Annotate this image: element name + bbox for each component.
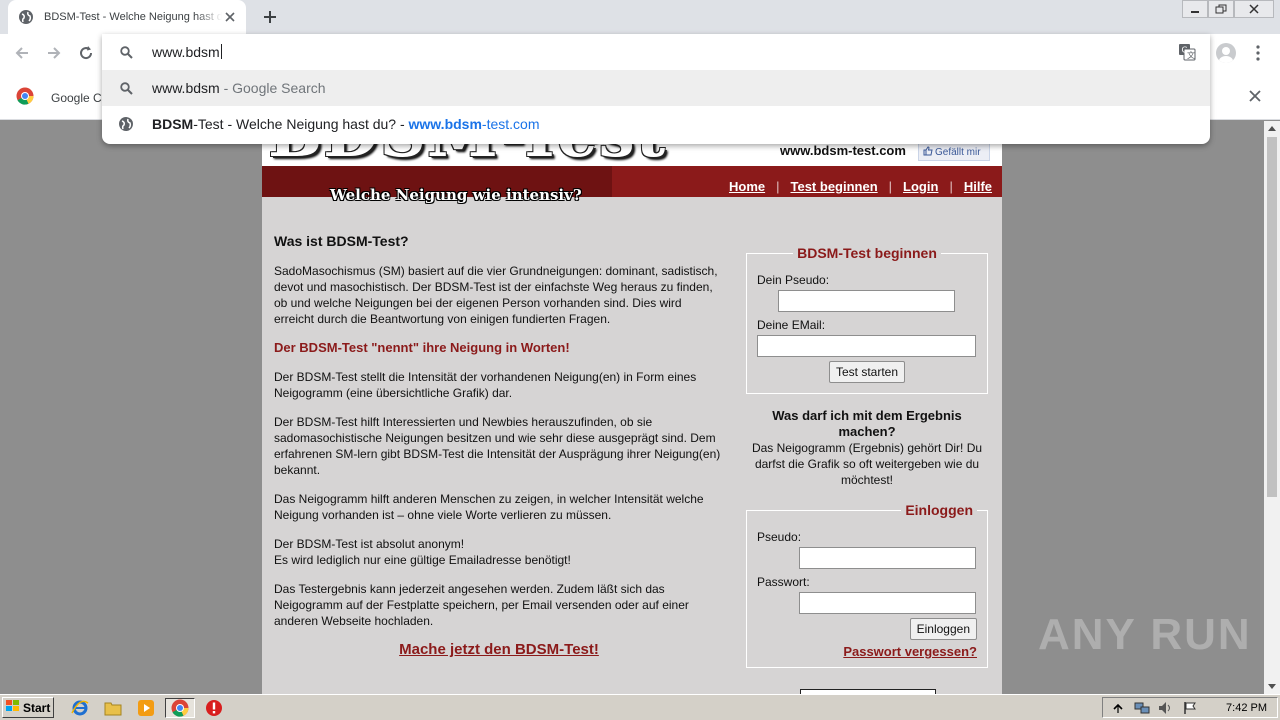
file-explorer-icon[interactable] <box>103 698 123 718</box>
page-heading: Was ist BDSM-Test? <box>274 233 409 249</box>
minimize-window-button[interactable] <box>1182 0 1208 18</box>
intro-paragraph: SadoMasochismus (SM) basiert auf die vie… <box>274 264 718 326</box>
scroll-down-arrow-icon[interactable] <box>1264 680 1280 694</box>
email-line: Es wird lediglich nur eine gültige Email… <box>274 553 571 567</box>
tab-strip: BDSM-Test - Welche Neigung hast du? <box>0 0 1280 34</box>
suggestion-title: -Test - Welche Neigung hast du? - <box>193 116 409 132</box>
result-info-text: Das Neigogramm (Ergebnis) gehört Dir! Du… <box>751 441 983 487</box>
close-window-button[interactable] <box>1234 0 1274 18</box>
address-input[interactable]: www.bdsm <box>152 44 222 60</box>
pseudo-input[interactable] <box>778 290 955 312</box>
content-paragraph: Der BDSM-Test stellt die Intensität der … <box>274 370 697 400</box>
close-infobar-icon[interactable] <box>1246 87 1264 105</box>
tab-title: BDSM-Test - Welche Neigung hast du? <box>44 11 222 23</box>
new-tab-button[interactable] <box>256 5 284 29</box>
scroll-thumb[interactable] <box>1267 137 1277 497</box>
chrome-logo-icon <box>16 87 34 108</box>
content-paragraph: Das Neigogramm hilft anderen Menschen zu… <box>274 492 704 522</box>
email-input[interactable] <box>757 335 976 357</box>
network-icon[interactable] <box>1133 700 1151 716</box>
start-test-form: BDSM-Test beginnen Dein Pseudo: Deine EM… <box>746 245 988 394</box>
svg-text:文: 文 <box>1187 50 1195 60</box>
suggestion-source: - Google Search <box>219 80 326 96</box>
browser-tab[interactable]: BDSM-Test - Welche Neigung hast du? <box>8 0 246 34</box>
start-test-link[interactable]: Mache jetzt den BDSM-Test! <box>274 642 724 658</box>
taskbar-clock[interactable]: 7:42 PM <box>1226 702 1267 714</box>
suggestion-bdsm-test-site[interactable]: BDSM-Test - Welche Neigung hast du? - ww… <box>102 106 1210 142</box>
internet-explorer-icon[interactable] <box>70 698 90 718</box>
globe-icon <box>18 9 34 25</box>
action-center-flag-icon[interactable] <box>1181 700 1199 716</box>
thumbs-up-icon <box>923 145 933 159</box>
page-scrollbar[interactable] <box>1264 121 1280 694</box>
content-paragraph: Der BDSM-Test hilft Interessierten und N… <box>274 415 721 477</box>
sidebar: BDSM-Test beginnen Dein Pseudo: Deine EM… <box>746 245 988 668</box>
result-info-heading: Was darf ich mit dem Ergebnis machen? <box>772 408 962 439</box>
anonymous-line: Der BDSM-Test ist absolut anonym! <box>274 537 465 551</box>
nav-hilfe[interactable]: Hilfe <box>964 179 992 194</box>
start-label: Start <box>23 700 51 715</box>
search-icon <box>118 44 134 60</box>
login-button[interactable]: Einloggen <box>909 618 977 640</box>
address-bar[interactable]: www.bdsm G文 <box>102 34 1210 70</box>
reload-button[interactable] <box>74 41 98 65</box>
suggestion-google-search[interactable]: www.bdsm - Google Search <box>102 70 1210 106</box>
windows-logo-icon <box>6 700 20 715</box>
login-pseudo-input[interactable] <box>799 547 976 569</box>
start-test-button[interactable]: Test starten <box>828 361 906 383</box>
anyrun-watermark: ANY RUN <box>1038 610 1252 660</box>
watermark-text: ANY RUN <box>1038 610 1252 659</box>
result-info: Was darf ich mit dem Ergebnis machen? Da… <box>746 408 988 488</box>
nav-login[interactable]: Login <box>903 179 938 194</box>
omnibox-dropdown: www.bdsm G文 www.bdsm - Google Search BDS… <box>102 34 1210 144</box>
nav-home[interactable]: Home <box>729 179 765 194</box>
volume-icon[interactable] <box>1157 700 1175 716</box>
security-alert-icon[interactable] <box>204 698 224 718</box>
chrome-taskbar-icon[interactable] <box>165 698 195 718</box>
media-player-icon[interactable] <box>136 698 156 718</box>
system-tray: 7:42 PM <box>1102 697 1278 718</box>
site-tagline: Welche Neigung wie intensiv? <box>330 186 582 204</box>
translate-icon[interactable]: G文 <box>1178 43 1196 61</box>
search-icon <box>118 80 134 96</box>
highlight-paragraph: Der BDSM-Test "nennt" ihre Neigung in Wo… <box>274 340 570 355</box>
site-domain: www.bdsm-test.com <box>780 143 906 158</box>
address-input-value: www.bdsm <box>152 44 220 60</box>
email-label: Deine EMail: <box>757 318 826 332</box>
login-form: Einloggen Pseudo: Passwort: Einloggen Pa… <box>746 502 988 668</box>
content-paragraph: Der BDSM-Test ist absolut anonym! Es wird… <box>274 536 724 568</box>
password-label: Passwort: <box>757 575 810 589</box>
page-viewport: BDSM-Test Welche Neigung wie intensiv? w… <box>0 121 1264 694</box>
start-button[interactable]: Start <box>2 697 54 718</box>
password-input[interactable] <box>799 592 976 614</box>
globe-icon <box>118 116 134 132</box>
main-content: Was ist BDSM-Test? SadoMasochismus (SM) … <box>274 233 724 658</box>
forward-button[interactable] <box>42 41 66 65</box>
facebook-like-label: Gefällt mir <box>935 146 981 158</box>
suggestion-url: -test.com <box>481 116 540 132</box>
suggestion-title-bold: BDSM <box>152 116 194 132</box>
bdsm-test-site: BDSM-Test Welche Neigung wie intensiv? w… <box>262 121 1002 694</box>
start-test-legend: BDSM-Test beginnen <box>797 245 937 261</box>
login-pseudo-label: Pseudo: <box>757 530 802 544</box>
profile-avatar[interactable] <box>1214 41 1238 65</box>
menu-icon[interactable] <box>1246 41 1270 65</box>
suggestion-query: www.bdsm <box>152 80 220 96</box>
nav-test-beginnen[interactable]: Test beginnen <box>791 179 878 194</box>
show-hidden-icons-icon[interactable] <box>1109 700 1127 716</box>
taskbar: Start 7:42 PM <box>0 694 1280 720</box>
scroll-up-arrow-icon[interactable] <box>1264 121 1280 135</box>
facebook-like-button[interactable]: Gefällt mir <box>918 143 990 161</box>
pseudo-label: Dein Pseudo: <box>757 273 830 287</box>
forgot-password-link[interactable]: Passwort vergessen? <box>757 644 977 659</box>
suggestion-url-bold: www.bdsm <box>408 116 482 132</box>
close-tab-icon[interactable] <box>222 9 238 25</box>
back-button[interactable] <box>10 41 34 65</box>
restore-window-button[interactable] <box>1208 0 1234 18</box>
content-paragraph: Das Testergebnis kann jederzeit angesehe… <box>274 582 689 628</box>
site-nav: Home | Test beginnen | Login | Hilfe <box>728 179 992 194</box>
login-legend: Einloggen <box>905 502 973 518</box>
